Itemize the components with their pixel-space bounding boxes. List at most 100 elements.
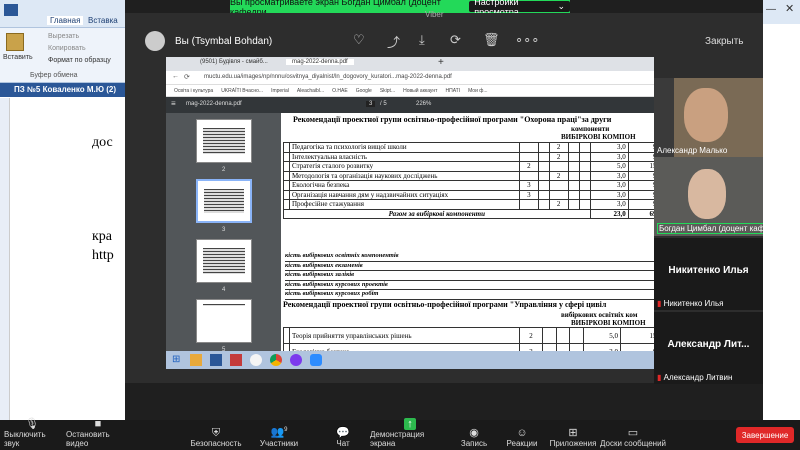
browser-tab-1[interactable]: (9501) Будівля - смайб... [200,59,268,65]
table-total-row: Разом за вибіркові компоненти23,0690 [283,208,654,219]
security-label: Безопасность [190,439,242,448]
minimize-icon[interactable]: — [766,4,776,15]
bookmark[interactable]: Мои ф... [468,88,487,94]
table-cell: 150 [619,327,654,344]
pdf-zoom[interactable]: 226% [416,101,431,107]
bookmark[interactable]: Google [356,88,372,94]
table-cell: 90 [627,151,654,162]
word-logo-icon [4,4,18,16]
table-cell: 2 [548,142,569,153]
table-cell: Екологічна безпека [289,180,520,191]
new-tab-icon[interactable]: + [438,57,444,68]
viber-icon[interactable] [290,354,302,366]
bookmark[interactable]: UKRAЇТІ Вчасно... [221,88,263,94]
view-options-button[interactable]: Настройки просмотра ⌄ [469,0,570,17]
paste-icon[interactable] [6,33,24,51]
copy-button[interactable]: Копировать [48,45,86,52]
bookmark[interactable]: Skipt... [380,88,395,94]
table-cell: 3 [519,180,539,191]
cut-button[interactable]: Вырезать [48,33,79,40]
paste-button[interactable]: Вставить [3,54,33,61]
chrome-icon[interactable] [270,354,282,366]
app-icon[interactable] [250,354,262,366]
doc-text-1: дос [92,135,113,150]
trash-icon[interactable]: 🗑 [483,32,500,48]
heart-icon[interactable]: ♡ [353,32,365,48]
table-cell: 90 [627,180,654,191]
total-label: Разом за вибіркові компоненти [283,208,591,219]
table-cell [567,151,580,162]
rotate-icon[interactable]: ⟳ [450,32,461,48]
mute-button[interactable]: 🎙 Выключить звук [4,418,60,450]
section2-title: Рекомендації проектної групи освітньо-пр… [283,300,607,309]
word-right-edge: — ✕ [763,0,800,420]
close-viewer-button[interactable]: Закрыть [705,36,744,47]
table-cell [567,170,580,181]
table-cell: 2 [519,161,539,172]
apps-label: Приложения [549,439,597,448]
bookmark[interactable]: О.НАЕ [332,88,348,94]
zoom-icon[interactable] [310,354,322,366]
word-icon[interactable] [210,354,222,366]
browser-tabbar: (9501) Будівля - смайб... mag-2022-denna… [166,57,654,71]
url-field[interactable]: muctu.edu.ua/images/np/nnnu/osvitnya_diy… [204,74,452,80]
table-cell [548,161,569,172]
table-cell [567,189,580,200]
participants-count: 9 [284,427,288,434]
bookmark[interactable]: Освіта і культура [174,88,213,94]
page-thumbnail[interactable] [196,239,252,283]
reload-icon[interactable]: ⟳ [184,73,190,81]
end-meeting-button[interactable]: Завершение [736,427,794,443]
stop-video-button[interactable]: ■ Остановить видео [66,418,130,450]
table-cell: Професійне стажування [289,199,520,210]
tab-home[interactable]: Главная [47,16,84,25]
pdf-page-count: / 5 [380,101,387,107]
bookmark[interactable]: Новый аккаунт [403,88,437,94]
security-button[interactable]: ⛨ Безопасность [188,420,244,450]
chat-button[interactable]: 💬 Чат [330,420,356,450]
video-tile[interactable]: Богдан Цимбал (доцент кафедри ... [654,157,763,236]
viewer-app-title: Viber [425,10,444,19]
reactions-button[interactable]: ☺ Реакции [502,420,542,450]
acrobat-icon[interactable] [230,354,242,366]
participant-tile[interactable]: Никитенко Илья ▮ Никитенко Илья [654,238,763,310]
back-icon[interactable]: ← [172,73,179,80]
page-thumbnail-selected[interactable] [196,179,252,223]
windows-start-icon[interactable]: ⊞ [172,354,180,365]
video-tile[interactable]: Александр Малько [654,78,763,157]
table-cell [569,327,584,344]
doc-text-3: http [92,248,114,263]
bookmark[interactable]: Imperial [271,88,289,94]
tab-insert[interactable]: Вставка [88,16,118,25]
windows-taskbar: ⊞ [166,351,654,369]
participant-tile[interactable]: Александр Лит... ▮ Александр Литвин [654,312,763,384]
format-painter-button[interactable]: Формат по образцу [48,57,111,64]
apps-button[interactable]: ⊞ Приложения [548,420,598,450]
folder-icon[interactable] [190,354,202,366]
vertical-ruler [0,98,10,420]
participants-button[interactable]: 👥9 Участники [258,420,300,450]
word-document[interactable]: дос кра http [0,98,125,432]
share-screen-button[interactable]: ↑ Демонстрация экрана [370,418,450,450]
close-window-icon[interactable]: ✕ [785,2,794,15]
page-thumbnail[interactable] [196,119,252,163]
bookmark[interactable]: НПАТІ [445,88,460,94]
download-icon[interactable]: ⤓ [419,32,425,48]
menu-icon[interactable]: ≡ [171,99,176,108]
page-thumbnail[interactable] [196,299,252,343]
section1-title: Рекомендації проектної групи освітньо-пр… [293,115,612,124]
participants-label: Участники [259,439,299,448]
counts-list: кість вибіркових освітніх компонентів кіс… [285,252,654,300]
record-button[interactable]: ◉ Запись [458,420,490,450]
bookmark[interactable]: Aleachaibl... [297,88,324,94]
pdf-page[interactable]: Рекомендації проектної групи освітньо-пр… [281,113,654,351]
table-cell [519,142,539,153]
table-cell: Теорія прийняття управлінських рішень [289,327,520,344]
share-icon[interactable]: ⤴ [387,32,400,51]
whiteboard-button[interactable]: ▭ Доски сообщений [600,420,666,450]
pdf-page-number[interactable]: 3 [366,101,376,107]
word-window: Главная Вставка Вставить Вырезать Копиро… [0,0,125,432]
browser-tab-2[interactable]: mag-2022-denna.pdf [286,59,354,65]
more-icon[interactable]: ∘∘∘ [515,32,539,48]
doc-title-bar: ПЗ №5 Коваленко М.Ю (2) [0,83,125,97]
